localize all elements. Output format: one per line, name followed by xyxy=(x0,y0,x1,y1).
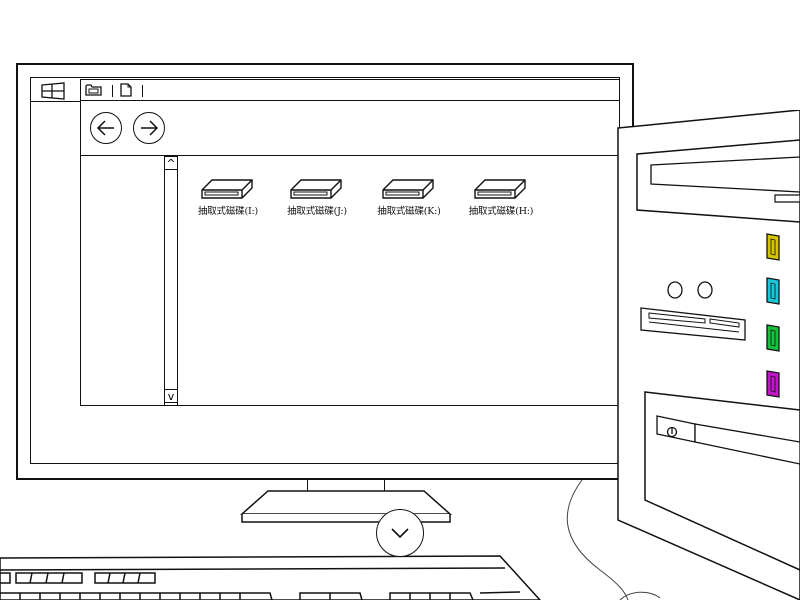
usb-port-yellow xyxy=(766,233,780,261)
removable-drive-icon xyxy=(201,179,253,199)
usb-port-green xyxy=(766,324,780,352)
drive-label: 抽取式磁碟(J:) xyxy=(287,206,347,217)
arrow-right-icon xyxy=(141,120,159,136)
keyboard xyxy=(0,555,542,600)
scroll-down-label: v xyxy=(167,389,175,403)
folder-icon[interactable] xyxy=(84,82,104,98)
removable-drive-icon xyxy=(474,179,526,199)
drive-label: 抽取式磁碟(K:) xyxy=(377,206,441,217)
drive-item-k[interactable]: 抽取式磁碟(K:) xyxy=(363,176,455,222)
removable-drive-icon xyxy=(382,179,434,199)
pc-tower xyxy=(617,110,800,600)
windows-start-icon[interactable] xyxy=(39,82,67,100)
scroll-down-chevron-button[interactable] xyxy=(376,509,424,557)
removable-drive-icon xyxy=(290,179,342,199)
drive-item-h[interactable]: 抽取式磁碟(H:) xyxy=(455,176,547,222)
divider-icon xyxy=(142,85,143,97)
drive-label: 抽取式磁碟(I:) xyxy=(197,206,259,217)
scroll-up-label: ^ xyxy=(166,156,176,170)
desktop-scene: ^ v 抽取式磁碟(I:) 抽取式磁碟(J:) 抽取式磁碟(K:) 抽取式磁碟(… xyxy=(0,0,800,600)
arrow-left-icon xyxy=(96,120,114,136)
taskbar-divider xyxy=(30,101,80,102)
divider-icon xyxy=(112,85,113,97)
navigation-pane xyxy=(80,156,165,406)
explorer-titlebar xyxy=(80,79,620,101)
drive-label: 抽取式磁碟(H:) xyxy=(468,206,534,217)
scroll-up-button[interactable]: ^ xyxy=(164,156,178,170)
new-file-icon[interactable] xyxy=(118,82,134,98)
chevron-down-icon xyxy=(391,528,409,539)
drive-item-j[interactable]: 抽取式磁碟(J:) xyxy=(271,176,363,222)
drive-item-i[interactable]: 抽取式磁碟(I:) xyxy=(182,176,274,222)
usb-port-cyan xyxy=(766,277,780,305)
scroll-down-button[interactable]: v xyxy=(164,389,178,403)
back-button[interactable] xyxy=(90,112,122,144)
forward-button[interactable] xyxy=(133,112,165,144)
vertical-scrollbar[interactable] xyxy=(164,156,178,406)
usb-port-magenta xyxy=(766,370,780,398)
